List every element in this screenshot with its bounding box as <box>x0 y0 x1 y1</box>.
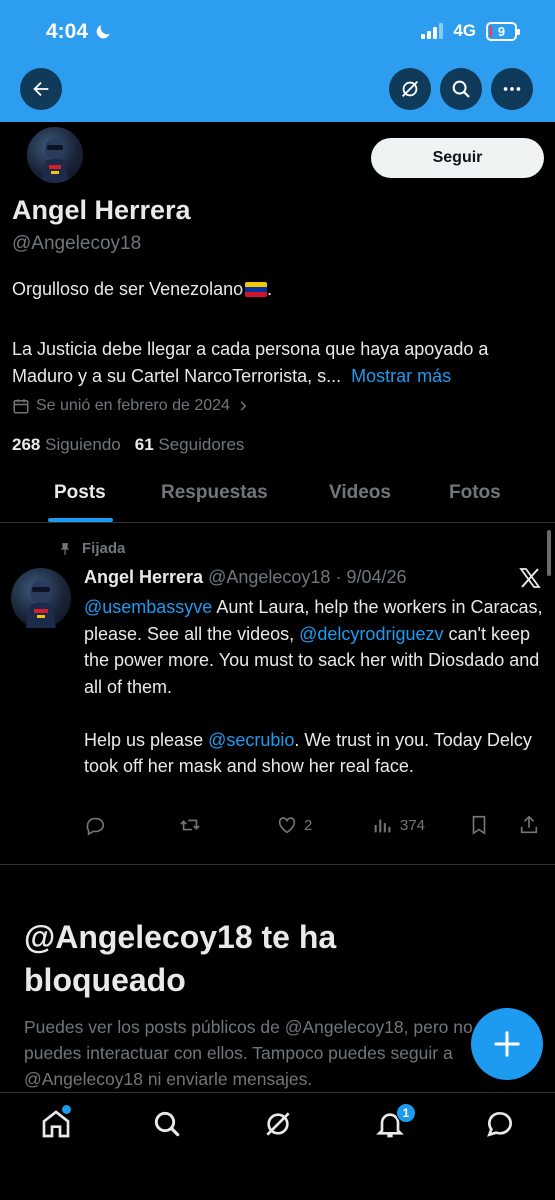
status-time-text: 4:04 <box>46 20 89 43</box>
signal-icon <box>421 23 444 39</box>
tab-posts[interactable]: Posts <box>54 482 106 504</box>
repost-button[interactable] <box>179 814 201 836</box>
home-notification-dot <box>62 1105 71 1114</box>
more-dots-icon <box>503 87 521 91</box>
compose-post-button[interactable] <box>471 1008 543 1080</box>
following-count: 268 <box>12 435 41 454</box>
reply-icon <box>86 817 105 836</box>
grok-icon <box>266 1112 290 1136</box>
status-indicators: 4G 9 <box>421 21 520 41</box>
divider <box>0 864 555 865</box>
bio-text: Orgulloso de ser Venezolano <box>12 279 244 299</box>
x-logo-icon <box>519 568 541 588</box>
nav-messages[interactable] <box>484 1108 516 1140</box>
like-button[interactable]: 2 <box>276 814 312 836</box>
joined-date: Se unió en febrero de 2024 <box>12 397 250 415</box>
tab-replies[interactable]: Respuestas <box>161 482 268 504</box>
mention-link[interactable]: @delcyrodriguezv <box>299 624 443 644</box>
grok-button[interactable] <box>389 68 431 110</box>
view-count: 374 <box>400 816 426 834</box>
profile-bio-line1: Orgulloso de ser Venezolano . <box>12 279 272 300</box>
share-icon <box>520 815 538 834</box>
share-button[interactable] <box>518 814 540 836</box>
calendar-icon <box>13 399 29 414</box>
show-more-link[interactable]: Mostrar más <box>351 366 451 386</box>
grok-icon <box>402 81 418 97</box>
followers-link[interactable]: 61 Seguidores <box>135 435 245 455</box>
pin-icon <box>60 542 70 555</box>
post-avatar-image <box>26 580 56 628</box>
message-icon <box>487 1112 512 1137</box>
search-icon <box>452 80 470 98</box>
status-time: 4:04 <box>46 20 112 44</box>
network-label: 4G <box>453 21 476 40</box>
bookmark-button[interactable] <box>468 814 490 836</box>
nav-search[interactable] <box>151 1108 183 1140</box>
avatar-image <box>41 138 69 183</box>
views-icon <box>374 819 391 833</box>
reply-button[interactable] <box>84 814 106 836</box>
arrow-left-icon <box>33 81 49 97</box>
venezuela-flag-icon <box>245 282 268 297</box>
post-text-part: Help us please <box>84 729 209 750</box>
joined-text: Se unió en febrero de 2024 <box>36 397 230 414</box>
moon-icon <box>96 25 110 39</box>
followers-label: Seguidores <box>158 435 245 454</box>
mention-link[interactable]: @usembassyve <box>84 597 212 617</box>
battery-level: 9 <box>497 23 506 39</box>
battery-icon: 9 <box>486 21 520 41</box>
chevron-right-icon <box>240 401 247 411</box>
scrollbar[interactable] <box>547 530 551 576</box>
post-separator: · <box>330 567 347 587</box>
profile-tabs: Posts Respuestas Videos Fotos <box>0 468 555 523</box>
blocked-description: Puedes ver los posts públicos de @Angele… <box>24 1017 473 1089</box>
notifications-badge: 1 <box>396 1103 416 1123</box>
tab-videos[interactable]: Videos <box>329 482 391 504</box>
blocked-title: @Angelecoy18 te ha bloqueado <box>24 919 337 998</box>
heart-icon <box>278 817 296 834</box>
battery-fill <box>490 25 492 37</box>
follow-stats: 268 Siguiendo 61 Seguidores <box>12 435 244 455</box>
pinned-text: Fijada <box>82 540 126 557</box>
post-avatar[interactable] <box>11 568 71 628</box>
search-button[interactable] <box>440 68 482 110</box>
post-author-name[interactable]: Angel Herrera <box>84 567 203 587</box>
pinned-label: Fijada <box>58 540 125 557</box>
active-tab-indicator <box>48 518 113 522</box>
following-link[interactable]: 268 Siguiendo <box>12 435 121 455</box>
follow-button[interactable]: Seguir <box>371 138 544 178</box>
post-header: Angel Herrera @Angelecoy18 · 9/04/26 <box>84 567 407 588</box>
profile-handle: @Angelecoy18 <box>12 233 142 254</box>
more-button[interactable] <box>491 68 533 110</box>
post-text: @usembassyve Aunt Laura, help the worker… <box>84 594 544 780</box>
like-count: 2 <box>304 816 313 834</box>
profile-bio-line2: La Justicia debe llegar a cada persona q… <box>12 336 547 390</box>
tab-photos[interactable]: Fotos <box>449 482 501 504</box>
followers-count: 61 <box>134 435 154 454</box>
plus-icon <box>494 1031 520 1057</box>
post-date[interactable]: 9/04/26 <box>346 567 406 587</box>
bottom-navigation: 1 <box>0 1092 555 1200</box>
mention-link[interactable]: @secrubio <box>208 730 294 750</box>
views-button[interactable]: 374 <box>372 814 425 836</box>
repost-icon <box>180 819 200 831</box>
nav-grok[interactable] <box>262 1108 294 1140</box>
following-label: Siguiendo <box>45 435 121 454</box>
post-actions: 2 374 <box>84 814 544 842</box>
profile-avatar[interactable] <box>24 124 86 186</box>
back-button[interactable] <box>20 68 62 110</box>
post-author-handle[interactable]: @Angelecoy18 <box>208 567 330 587</box>
profile-name: Angel Herrera <box>12 195 191 225</box>
search-icon <box>154 1111 180 1137</box>
bookmark-icon <box>472 815 486 835</box>
bio-period: . <box>267 279 273 299</box>
